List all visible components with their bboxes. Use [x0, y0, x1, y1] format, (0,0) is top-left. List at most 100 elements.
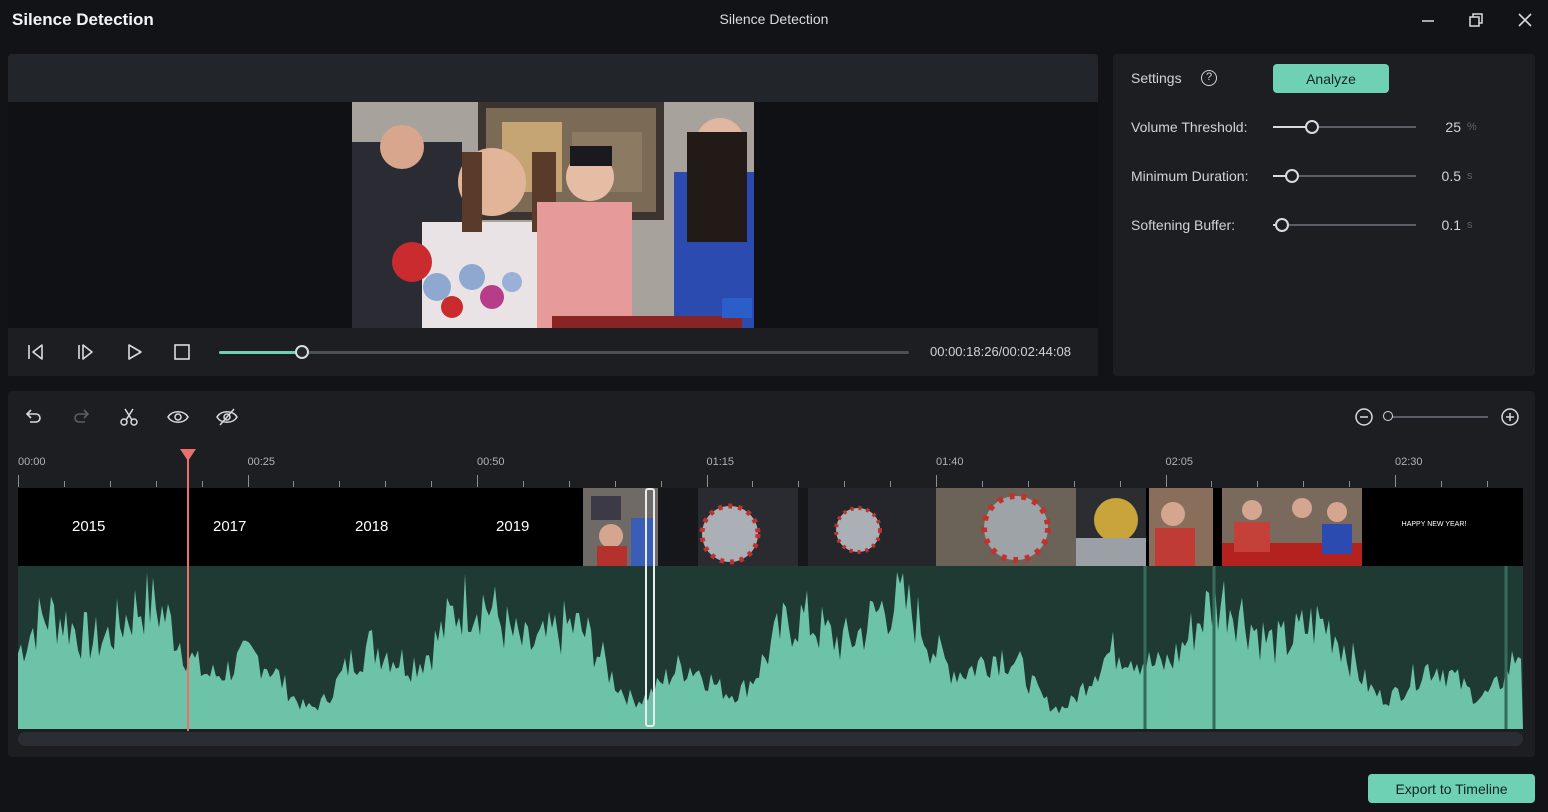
last-clip-title: HAPPY NEW YEAR! [1402, 521, 1467, 528]
ruler-tick [1440, 481, 1442, 487]
softening-buffer-label: Softening Buffer: [1131, 217, 1236, 233]
ruler-tick [706, 475, 708, 487]
zoom-in-button[interactable] [1497, 405, 1523, 429]
clip-thumbnail [1076, 488, 1146, 566]
redo-button[interactable] [69, 405, 95, 429]
prev-frame-icon [28, 344, 43, 360]
close-button[interactable] [1512, 8, 1538, 32]
ruler-tick [1303, 481, 1305, 487]
year-clip-label: 2018 [355, 518, 389, 535]
year-clip-label: 2015 [72, 518, 106, 535]
clip-thumbnail: HAPPY NEW YEAR! [1362, 488, 1512, 566]
undo-icon [25, 409, 41, 423]
playhead-handle[interactable] [180, 449, 196, 461]
ruler-tick [798, 481, 800, 487]
help-icon[interactable]: ? [1201, 70, 1217, 86]
ruler-tick [936, 475, 937, 487]
play-button[interactable] [121, 340, 147, 364]
year-clip-label: 2019 [496, 518, 530, 535]
ruler-tick [109, 481, 111, 487]
export-to-timeline-button[interactable]: Export to Timeline [1368, 774, 1535, 803]
clip-thumbnail [1222, 488, 1362, 566]
ruler-tick [890, 481, 892, 487]
restore-button[interactable] [1463, 8, 1489, 32]
ruler-tick [1073, 481, 1075, 487]
next-frame-icon [78, 344, 93, 360]
ruler-tick [1027, 481, 1029, 487]
minimize-button[interactable] [1415, 8, 1441, 32]
ruler-tick [293, 481, 295, 487]
video-frame-image [352, 102, 754, 328]
ruler-tick [247, 475, 249, 487]
playback-progress-handle[interactable] [294, 345, 309, 359]
ruler-tick [63, 481, 65, 487]
prev-frame-button[interactable] [22, 340, 48, 364]
horizontal-scrollbar[interactable] [18, 732, 1523, 746]
year-clip-label: 2017 [213, 518, 247, 535]
ruler-tick [1257, 481, 1259, 487]
play-icon [128, 344, 142, 360]
stop-button[interactable] [169, 340, 195, 364]
ruler-tick [1211, 481, 1213, 487]
ruler-tick [339, 481, 341, 487]
cut-button[interactable] [116, 405, 142, 429]
timecode: 00:00:18:26/00:02:44:08 [930, 344, 1071, 359]
hide-button[interactable] [214, 405, 240, 429]
ruler-tick [522, 481, 524, 487]
volume-threshold-handle[interactable] [1304, 120, 1319, 134]
playback-progress-bar[interactable] [219, 345, 909, 359]
volume-threshold-label: Volume Threshold: [1131, 119, 1248, 135]
ruler-tick [18, 475, 19, 487]
ruler-tick [981, 481, 983, 487]
ruler-label: 00:00 [18, 456, 46, 468]
show-button[interactable] [165, 405, 191, 429]
ruler-label: 02:30 [1395, 456, 1423, 468]
zoom-slider[interactable] [1383, 411, 1488, 421]
ruler-label: 02:05 [1165, 456, 1194, 468]
analyze-button[interactable]: Analyze [1273, 64, 1389, 93]
ruler-tick [614, 481, 616, 487]
ruler-tick [568, 481, 570, 487]
title-bar: Silence Detection Silence Detection [0, 0, 1548, 40]
volume-threshold-unit: % [1467, 121, 1477, 133]
minimum-duration-unit: s [1467, 170, 1473, 182]
timeline-panel: 00:00 00:25 00:50 01:15 01:40 02:05 02:30 2015… [8, 391, 1535, 757]
video-track[interactable]: 2015 2017 2018 2019 HAPPY NEW YEAR! [18, 488, 1523, 566]
ruler-tick [844, 481, 846, 487]
zoom-in-icon [1501, 408, 1519, 426]
clip-thumbnail [658, 488, 936, 566]
video-viewport [8, 102, 1098, 328]
next-frame-button[interactable] [72, 340, 98, 364]
settings-panel: Settings ? Analyze Volume Threshold: 25 … [1113, 54, 1535, 376]
playhead[interactable] [180, 449, 196, 731]
scissors-icon [120, 408, 138, 426]
softening-buffer-slider[interactable] [1273, 218, 1416, 232]
selection-handle[interactable] [645, 488, 655, 727]
ruler-tick [1395, 475, 1396, 487]
time-ruler[interactable]: 00:00 00:25 00:50 01:15 01:40 02:05 02:30 [18, 453, 1523, 487]
preview-panel: 00:00:18:26/00:02:44:08 [8, 54, 1098, 376]
minimum-duration-slider[interactable] [1273, 169, 1416, 183]
ruler-tick [385, 481, 387, 487]
video-frame[interactable] [352, 102, 754, 328]
ruler-tick [477, 475, 478, 487]
minimum-duration-handle[interactable] [1284, 169, 1299, 183]
zoom-out-button[interactable] [1351, 405, 1377, 429]
zoom-slider-handle[interactable] [1383, 411, 1393, 421]
ruler-tick [155, 481, 157, 487]
softening-buffer-unit: s [1467, 219, 1473, 231]
volume-threshold-slider[interactable] [1273, 120, 1416, 134]
volume-threshold-value: 25 [1445, 119, 1461, 135]
clip-thumbnail [936, 488, 1076, 566]
redo-icon [74, 409, 90, 423]
ruler-tick [660, 481, 662, 487]
audio-waveform[interactable] [18, 566, 1523, 729]
minimize-icon [1422, 20, 1434, 22]
ruler-tick [201, 481, 203, 487]
minimum-duration-label: Minimum Duration: [1131, 168, 1249, 184]
ruler-tick [431, 481, 433, 487]
ruler-tick [1349, 481, 1351, 487]
softening-buffer-handle[interactable] [1274, 218, 1289, 232]
undo-button[interactable] [20, 405, 46, 429]
settings-label: Settings [1131, 70, 1182, 86]
